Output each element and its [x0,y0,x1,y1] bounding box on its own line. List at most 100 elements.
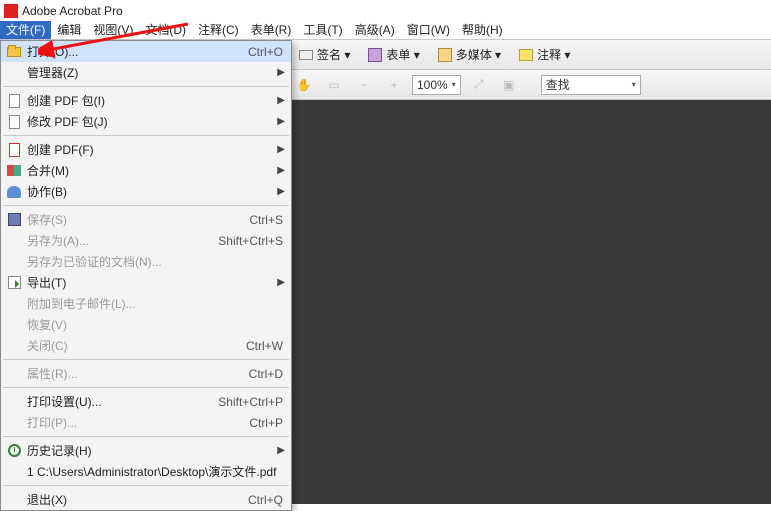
file-menu-item-10: 保存(S)Ctrl+S [1,209,291,230]
menu-item-label: 创建 PDF 包(I) [27,92,283,109]
menu-item-label: 修改 PDF 包(J) [27,113,283,130]
menu-item-label: 打印(P)... [27,414,237,431]
file-menu-item-21: 打印(P)...Ctrl+P [1,412,291,433]
file-menu-item-4[interactable]: 修改 PDF 包(J)▶ [1,111,291,132]
file-menu-item-7[interactable]: 合并(M)▶ [1,160,291,181]
search-input[interactable]: 查找 ▾ [541,75,641,95]
submenu-arrow-icon: ▶ [277,67,285,78]
menu-item-label: 关闭(C) [27,337,234,354]
file-menu-item-8[interactable]: 协作(B)▶ [1,181,291,202]
menu-bar: 文件(F)编辑视图(V)文档(D)注释(C)表单(R)工具(T)高级(A)窗口(… [0,21,771,40]
file-menu-item-0[interactable]: 打开(O)...Ctrl+O [1,41,291,62]
submenu-arrow-icon: ▶ [277,116,285,127]
hand-tool-button[interactable]: ✋ [292,74,316,96]
menu-item-label: 打开(O)... [27,43,236,60]
file-menu-item-12: 另存为已验证的文档(N)... [1,251,291,272]
menu-item-label: 打印设置(U)... [27,393,206,410]
menu-item-shortcut: Ctrl+W [234,339,283,353]
blank-icon [5,65,23,81]
sign-button[interactable]: 签名 ▾ [292,44,357,66]
comment-icon [519,49,533,61]
save-icon [5,212,23,228]
blank-icon [5,317,23,333]
file-menu-item-18: 属性(R)...Ctrl+D [1,363,291,384]
app-icon [4,4,18,18]
menu-4[interactable]: 注释(C) [192,21,245,39]
multimedia-label: 多媒体 ▾ [456,46,501,63]
file-menu-item-1[interactable]: 管理器(Z)▶ [1,62,291,83]
menu-item-label: 另存为已验证的文档(N)... [27,253,283,270]
menu-1[interactable]: 编辑 [51,21,87,39]
blank-icon [5,254,23,270]
file-menu-item-15: 恢复(V) [1,314,291,335]
menu-item-label: 退出(X) [27,491,236,508]
menu-separator [3,359,289,360]
blank-icon [5,492,23,508]
form-button[interactable]: 表单 ▾ [361,44,426,66]
merge-icon [5,163,23,179]
menu-separator [3,387,289,388]
submenu-arrow-icon: ▶ [277,186,285,197]
submenu-arrow-icon: ▶ [277,95,285,106]
folder-icon [5,44,23,60]
comment-label: 注释 ▾ [537,46,570,63]
chevron-down-icon: ▾ [632,80,636,89]
sign-label: 签名 ▾ [317,46,350,63]
zoom-out-button[interactable]: − [352,74,376,96]
fit-page-button[interactable]: ▣ [497,74,521,96]
file-menu-item-11: 另存为(A)...Shift+Ctrl+S [1,230,291,251]
multimedia-button[interactable]: 多媒体 ▾ [431,44,508,66]
menu-item-shortcut: Ctrl+D [237,367,283,381]
file-menu-item-3[interactable]: 创建 PDF 包(I)▶ [1,90,291,111]
file-menu-item-13[interactable]: 导出(T)▶ [1,272,291,293]
blank-icon [5,415,23,431]
menu-8[interactable]: 窗口(W) [401,21,456,39]
blank-icon [5,338,23,354]
menu-item-label: 属性(R)... [27,365,237,382]
menu-0[interactable]: 文件(F) [0,21,51,39]
file-menu-item-20[interactable]: 打印设置(U)...Shift+Ctrl+P [1,391,291,412]
menu-item-label: 协作(B) [27,183,283,200]
select-tool-button[interactable]: ▭ [322,74,346,96]
submenu-arrow-icon: ▶ [277,445,285,456]
menu-5[interactable]: 表单(R) [245,21,298,39]
blank-icon [5,464,23,480]
blank-icon [5,394,23,410]
menu-7[interactable]: 高级(A) [349,21,401,39]
signature-icon [299,50,313,60]
menu-3[interactable]: 文档(D) [139,21,192,39]
blank-icon [5,366,23,382]
menu-item-label: 保存(S) [27,211,237,228]
comment-button[interactable]: 注释 ▾ [512,44,577,66]
file-menu-item-6[interactable]: 创建 PDF(F)▶ [1,139,291,160]
menu-2[interactable]: 视图(V) [87,21,139,39]
menu-6[interactable]: 工具(T) [297,21,348,39]
menu-item-label: 创建 PDF(F) [27,141,283,158]
menu-item-label: 另存为(A)... [27,232,206,249]
zoom-in-button[interactable]: + [382,74,406,96]
menu-9[interactable]: 帮助(H) [456,21,509,39]
pdf-icon [5,142,23,158]
submenu-arrow-icon: ▶ [277,165,285,176]
zoom-level-input[interactable]: 100% ▾ [412,75,461,95]
menu-separator [3,86,289,87]
app-title: Adobe Acrobat Pro [22,4,123,18]
file-menu-item-23[interactable]: 历史记录(H)▶ [1,440,291,461]
file-menu-item-16: 关闭(C)Ctrl+W [1,335,291,356]
menu-item-label: 合并(M) [27,162,283,179]
menu-item-label: 导出(T) [27,274,283,291]
file-menu-item-24[interactable]: 1 C:\Users\Administrator\Desktop\演示文件.pd… [1,461,291,482]
blank-icon [5,233,23,249]
menu-separator [3,436,289,437]
file-menu-item-14: 附加到电子邮件(L)... [1,293,291,314]
file-menu-item-26[interactable]: 退出(X)Ctrl+Q [1,489,291,510]
menu-item-label: 附加到电子邮件(L)... [27,295,283,312]
page-icon [5,93,23,109]
form-label: 表单 ▾ [386,46,419,63]
menu-item-shortcut: Ctrl+O [236,45,283,59]
menu-item-shortcut: Ctrl+P [237,416,283,430]
menu-separator [3,205,289,206]
chevron-down-icon: ▾ [452,80,456,89]
menu-item-label: 恢复(V) [27,316,283,333]
fit-width-button[interactable]: ⤢ [467,74,491,96]
